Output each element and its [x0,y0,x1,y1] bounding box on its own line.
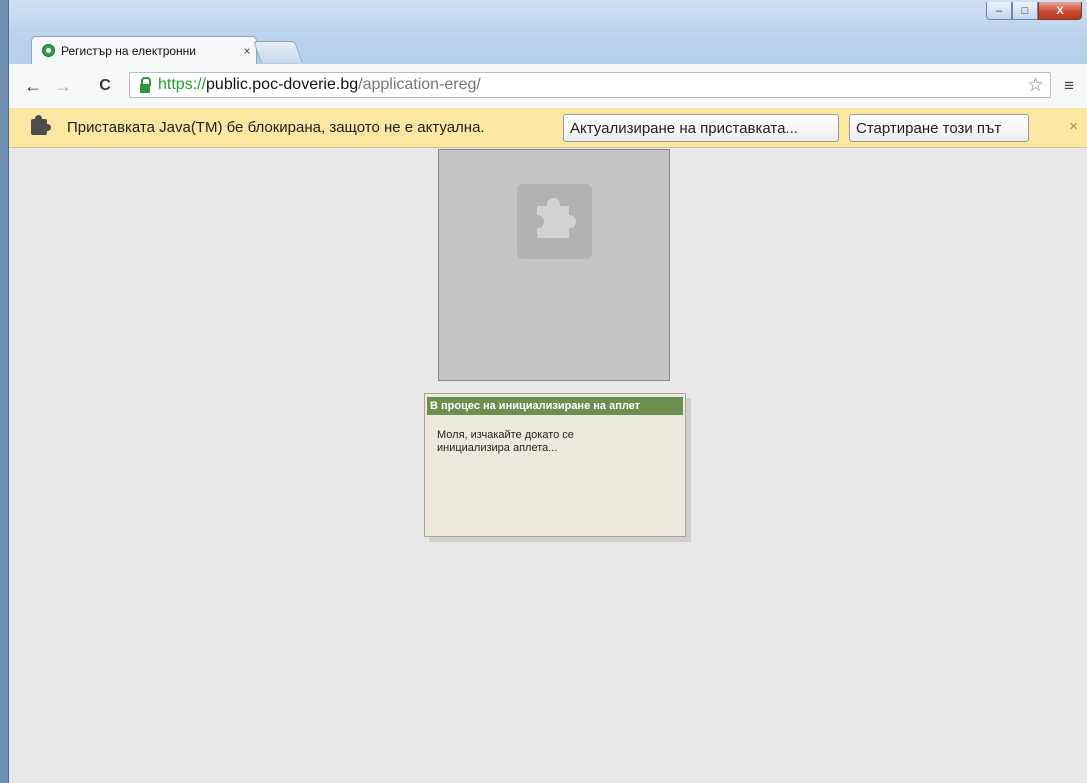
infobar-message: Приставката Java(TM) бе блокирана, защот… [67,119,485,136]
forward-arrow-icon[interactable]: → [53,76,73,96]
menu-icon[interactable]: ≡ [1064,76,1074,96]
dialog-title: В процес на инициализиране на аплет [427,397,683,415]
blocked-plugin-placeholder[interactable] [438,149,670,381]
tab-close-icon[interactable]: × [238,44,256,58]
address-bar[interactable]: https:// public.poc-doverie.bg /applicat… [129,72,1051,98]
reload-icon[interactable]: C [95,76,115,96]
lock-icon [140,76,151,93]
tab-title: Регистър на електронни [61,43,197,58]
bookmark-star-icon[interactable]: ☆ [1027,76,1044,96]
update-plugin-button[interactable]: Актуализиране на приставката... [563,114,839,142]
run-once-button[interactable]: Стартиране този път [849,114,1029,142]
plugin-puzzle-icon [31,115,51,135]
plugin-blocked-infobar: Приставката Java(TM) бе блокирана, защот… [9,108,1087,148]
browser-toolbar: ← → C https:// public.poc-doverie.bg /ap… [9,64,1087,109]
page-content: В процес на инициализиране на аплет Моля… [9,148,1087,783]
maximize-button[interactable]: □ [1012,2,1038,20]
url-scheme: https:// [158,76,207,93]
back-arrow-icon[interactable]: ← [23,76,43,96]
tab-active[interactable]: Регистър на електронни × [31,36,257,64]
close-window-button[interactable]: X [1038,2,1082,20]
minimize-button[interactable]: – [986,2,1012,20]
dialog-message: Моля, изчакайте докато се инициализира а… [437,429,574,454]
infobar-close-icon[interactable]: × [1069,118,1078,135]
applet-loading-dialog: В процес на инициализиране на аплет Моля… [424,393,686,537]
url-path: /application-ereg/ [358,76,481,93]
new-tab-button[interactable] [252,41,304,63]
url-host: public.poc-doverie.bg [206,76,359,93]
puzzle-piece-icon [517,184,592,259]
site-favicon-icon [42,44,55,57]
window-controls: – □ X [986,2,1082,20]
browser-window: – □ X Регистър на електронни × ← → C htt… [8,0,1087,783]
